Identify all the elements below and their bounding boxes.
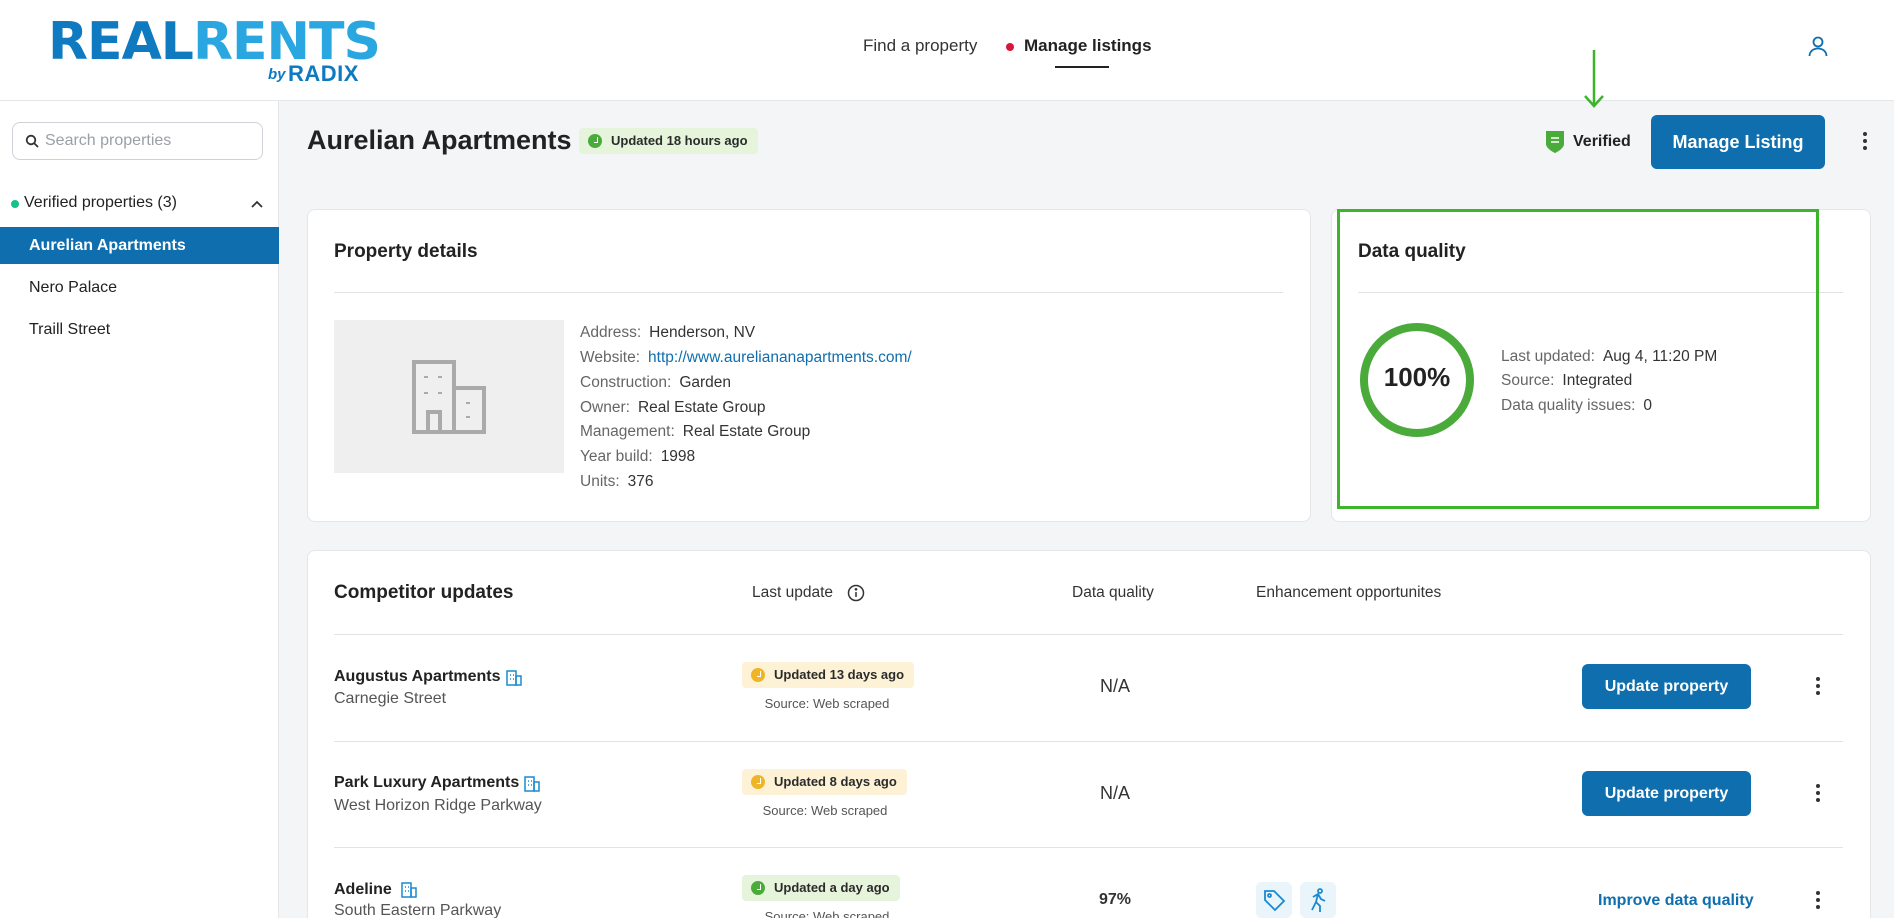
verified-status: Verified bbox=[1545, 130, 1645, 154]
property-image-placeholder bbox=[334, 320, 564, 473]
clock-icon bbox=[751, 775, 765, 789]
divider bbox=[334, 634, 1843, 635]
sidebar-item-aurelian[interactable]: Aurelian Apartments bbox=[0, 227, 279, 264]
column-last-update: Last update bbox=[752, 584, 834, 601]
building-icon bbox=[506, 670, 522, 686]
more-options-icon[interactable] bbox=[1808, 781, 1828, 805]
column-enhancement: Enhancement opportunites bbox=[1256, 584, 1442, 601]
competitor-name[interactable]: Augustus Apartments bbox=[334, 668, 501, 686]
building-icon bbox=[401, 882, 417, 898]
walking-icon[interactable] bbox=[1300, 882, 1336, 918]
clock-icon bbox=[751, 668, 765, 682]
highlight-annotation bbox=[1337, 209, 1819, 509]
competitor-source: Source: Web scraped bbox=[764, 696, 890, 711]
detail-units: Units: 376 bbox=[580, 473, 654, 490]
sidebar-item-traill[interactable]: Traill Street bbox=[0, 311, 279, 348]
divider bbox=[334, 847, 1843, 848]
building-icon bbox=[524, 776, 540, 792]
more-options-icon[interactable] bbox=[1808, 888, 1828, 912]
competitor-source: Source: Web scraped bbox=[762, 803, 888, 818]
improve-data-quality-link[interactable]: Improve data quality bbox=[1598, 892, 1754, 910]
competitor-street: West Horizon Ridge Parkway bbox=[334, 797, 542, 814]
more-options-icon[interactable] bbox=[1855, 129, 1875, 153]
competitor-data-quality: 97% bbox=[1098, 891, 1132, 908]
divider bbox=[334, 292, 1283, 293]
search-input[interactable] bbox=[45, 130, 255, 152]
nav-active-underline bbox=[1055, 66, 1109, 68]
update-property-button[interactable]: Update property bbox=[1582, 771, 1751, 816]
chevron-up-icon[interactable] bbox=[250, 197, 264, 211]
competitor-street: South Eastern Parkway bbox=[334, 902, 502, 918]
competitor-data-quality: N/A bbox=[1099, 676, 1130, 696]
info-icon[interactable] bbox=[847, 584, 865, 602]
search-icon bbox=[25, 134, 39, 148]
nav-active-dot bbox=[1006, 43, 1014, 51]
detail-address: Address: Henderson, NV bbox=[580, 324, 756, 341]
detail-construction: Construction: Garden bbox=[580, 374, 732, 391]
column-data-quality: Data quality bbox=[1072, 584, 1154, 601]
competitor-name[interactable]: Park Luxury Apartments bbox=[334, 774, 519, 792]
competitor-source: Source: Web scraped bbox=[764, 909, 890, 918]
updated-badge: Updated 18 hours ago bbox=[579, 128, 758, 154]
manage-listing-button[interactable]: Manage Listing bbox=[1651, 115, 1825, 169]
update-badge: Updated 8 days ago bbox=[742, 769, 907, 795]
search-box[interactable] bbox=[12, 122, 263, 160]
arrow-annotation bbox=[1584, 50, 1604, 108]
sidebar-item-nero[interactable]: Nero Palace bbox=[0, 269, 279, 306]
user-icon[interactable] bbox=[1806, 34, 1830, 58]
page-title: Aurelian Apartments bbox=[307, 125, 572, 155]
update-property-button[interactable]: Update property bbox=[1582, 664, 1751, 709]
verified-shield-icon bbox=[1546, 131, 1564, 153]
price-tag-icon[interactable] bbox=[1256, 882, 1292, 918]
clock-icon bbox=[751, 881, 765, 895]
status-dot bbox=[11, 200, 19, 208]
update-badge: Updated a day ago bbox=[742, 875, 900, 901]
sidebar: Verified properties (3) Aurelian Apartme… bbox=[0, 101, 279, 918]
competitor-data-quality: N/A bbox=[1099, 783, 1130, 803]
more-options-icon[interactable] bbox=[1808, 674, 1828, 698]
verified-properties-group[interactable]: Verified properties (3) bbox=[0, 191, 279, 217]
divider bbox=[334, 741, 1843, 742]
detail-management: Management: Real Estate Group bbox=[580, 423, 811, 440]
property-details-title: Property details bbox=[334, 241, 478, 262]
competitor-updates-card bbox=[307, 550, 1871, 918]
clock-icon bbox=[588, 134, 602, 148]
detail-year-build: Year build: 1998 bbox=[580, 448, 696, 465]
competitor-street: Carnegie Street bbox=[334, 690, 447, 707]
detail-website: Website: http://www.aureliananapartments.… bbox=[580, 349, 912, 366]
detail-owner: Owner: Real Estate Group bbox=[580, 399, 766, 416]
realrents-logo[interactable]: REALRENTS by RADIX bbox=[48, 14, 381, 86]
top-navigation: REALRENTS by RADIX Find a property Manag… bbox=[0, 0, 1894, 101]
building-icon bbox=[412, 360, 486, 434]
nav-manage-listings[interactable]: Manage listings bbox=[1024, 36, 1152, 56]
update-badge: Updated 13 days ago bbox=[742, 662, 915, 688]
nav-find-property[interactable]: Find a property bbox=[863, 36, 977, 56]
website-link[interactable]: http://www.aureliananapartments.com/ bbox=[648, 349, 912, 366]
competitor-updates-title: Competitor updates bbox=[334, 582, 514, 603]
competitor-name[interactable]: Adeline bbox=[334, 881, 392, 899]
